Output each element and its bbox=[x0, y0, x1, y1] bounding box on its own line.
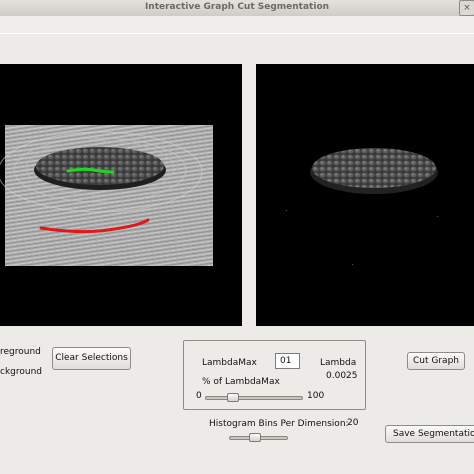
close-window-button[interactable]: × bbox=[459, 0, 474, 16]
lambda-value: 0.0025 bbox=[326, 371, 358, 381]
window-title: Interactive Graph Cut Segmentation bbox=[144, 2, 330, 12]
save-segmentation-button[interactable]: Save Segmentation bbox=[385, 425, 474, 443]
lambdamax-label: LambdaMax bbox=[202, 358, 257, 368]
lambdamax-input[interactable]: 01 bbox=[275, 353, 300, 369]
stone-mound bbox=[36, 147, 164, 185]
clear-selections-button[interactable]: Clear Selections bbox=[52, 347, 131, 370]
background-radio-label[interactable]: ckground bbox=[0, 367, 42, 377]
speckle bbox=[352, 264, 353, 265]
segmentation-result-canvas bbox=[286, 148, 438, 265]
foreground-radio-label[interactable]: reground bbox=[0, 347, 41, 357]
menu-bar-divider bbox=[0, 33, 474, 34]
histogram-bins-value: 20 bbox=[347, 418, 359, 428]
speckle bbox=[286, 210, 287, 211]
slider-max-label: 100 bbox=[307, 391, 325, 401]
menu-bar bbox=[0, 16, 474, 34]
slider-min-label: 0 bbox=[196, 391, 202, 401]
histogram-bins-slider-handle[interactable] bbox=[249, 433, 261, 442]
cut-graph-button[interactable]: Cut Graph bbox=[407, 352, 465, 370]
input-image-canvas[interactable] bbox=[0, 64, 242, 326]
segmentation-result-panel bbox=[256, 64, 474, 326]
input-image-panel[interactable] bbox=[0, 64, 242, 326]
speckle bbox=[437, 216, 438, 217]
lambda-label: Lambda bbox=[320, 358, 357, 368]
percent-of-lambdamax-label: % of LambdaMax bbox=[202, 377, 280, 387]
lambda-percent-slider-handle[interactable] bbox=[227, 393, 239, 402]
lambda-percent-slider[interactable] bbox=[205, 396, 303, 400]
histogram-bins-label: Histogram Bins Per Dimension: bbox=[209, 419, 349, 429]
segmented-mound bbox=[312, 148, 436, 188]
